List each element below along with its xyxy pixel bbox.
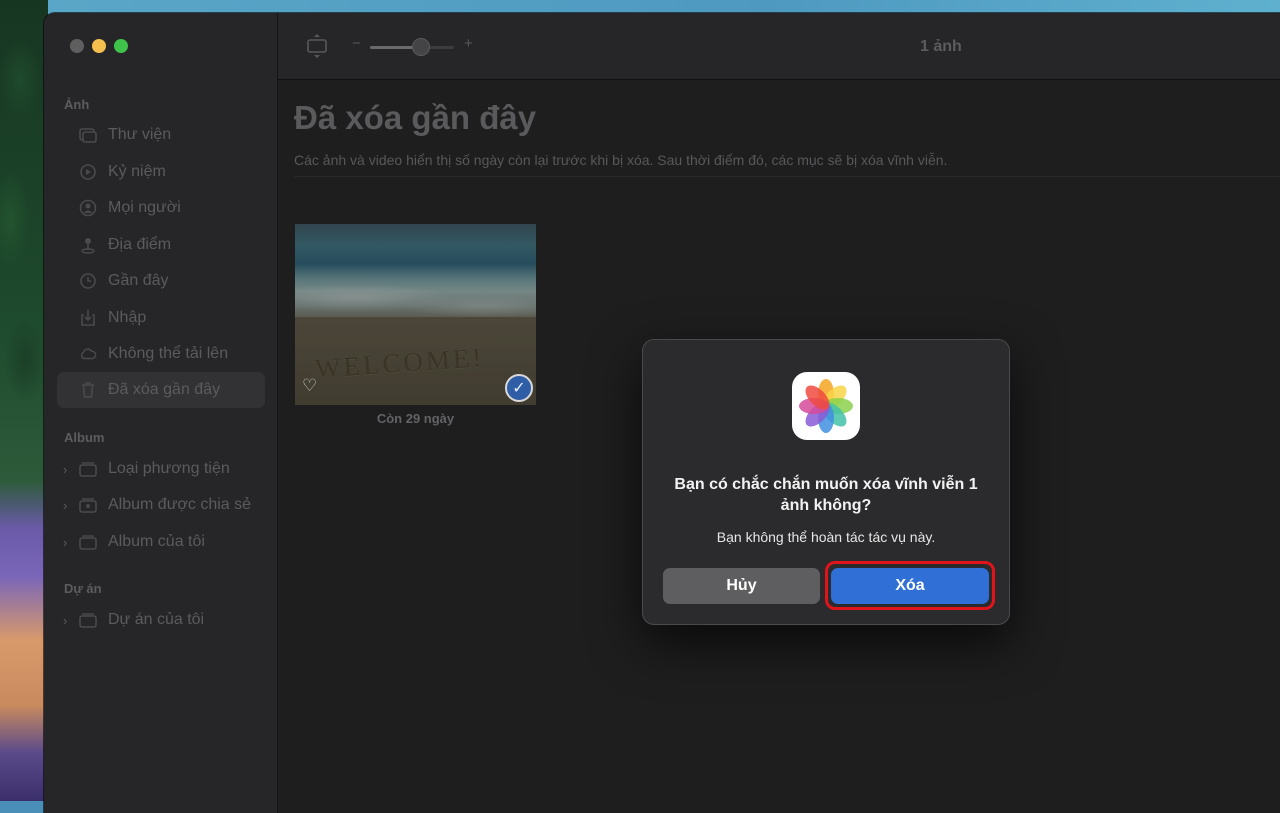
sidebar-item-label: Mọi người (108, 199, 181, 216)
sidebar-item-label: Nhập (108, 309, 147, 326)
folder-icon (79, 533, 97, 551)
chevron-right-icon[interactable]: › (63, 498, 67, 513)
dialog-title: Bạn có chắc chắn muốn xóa vĩnh viễn 1 ản… (674, 476, 978, 514)
photo-library-icon (79, 126, 97, 144)
trash-icon (79, 381, 97, 399)
dialog-message: Bạn không thể hoàn tác tác vụ này. (716, 529, 936, 545)
sidebar-item-recent[interactable]: Gần đây (57, 263, 265, 299)
sidebar-item-label: Thư viện (108, 126, 172, 143)
heart-icon[interactable]: ♡ (302, 376, 317, 396)
sidebar-item-my-projects[interactable]: › Dự án của tôi (57, 602, 265, 638)
sidebar-item-label: Dự án của tôi (108, 611, 205, 628)
cloud-icon (79, 345, 97, 363)
sidebar-item-recently-deleted[interactable]: Đã xóa gần đây (57, 372, 265, 408)
cancel-button[interactable]: Hủy (663, 568, 820, 604)
places-icon (79, 236, 97, 254)
photo-count: 1 ảnh (920, 38, 962, 55)
page-title: Đã xóa gần đây (294, 99, 537, 136)
minimize-window-button[interactable] (92, 39, 106, 53)
section-title-album: Album (64, 430, 105, 445)
memories-icon (79, 163, 97, 181)
section-title-projects: Dự án (64, 581, 102, 596)
window-controls (70, 39, 128, 53)
sidebar-item-label: Gần đây (108, 272, 169, 289)
sidebar-item-label: Địa điểm (108, 236, 172, 253)
sidebar-item-my-albums[interactable]: › Album của tôi (57, 524, 265, 560)
fit-view-icon[interactable] (306, 33, 328, 58)
sidebar-item-label: Album của tôi (108, 533, 205, 550)
chevron-right-icon[interactable]: › (63, 613, 67, 628)
photo-thumbnail[interactable]: WELCOME! ♡ ✓ (295, 224, 536, 405)
delete-button-highlight (825, 561, 995, 610)
sidebar-item-media-types[interactable]: › Loại phương tiện (57, 451, 265, 487)
sidebar-item-label: Không thể tải lên (108, 345, 229, 362)
sidebar-item-label: Kỷ niệm (108, 163, 166, 180)
sidebar-item-library[interactable]: Thư viện (57, 117, 265, 153)
sidebar-item-label: Album được chia sẻ (108, 496, 252, 513)
toolbar: − + 1 ảnh (278, 13, 1280, 80)
sidebar: Ảnh Thư viện Kỷ niệm Mọi người Địa điểm (44, 13, 278, 813)
wallpaper-sky (0, 0, 1280, 14)
close-window-button[interactable] (70, 39, 84, 53)
zoom-in-button[interactable]: + (464, 35, 473, 52)
sidebar-item-upload-failed[interactable]: Không thể tải lên (57, 336, 265, 372)
clock-icon (79, 272, 97, 290)
zoom-window-button[interactable] (114, 39, 128, 53)
divider (294, 176, 1280, 177)
people-icon (79, 199, 97, 217)
photo-dim-overlay (295, 224, 536, 405)
zoom-slider-knob[interactable] (412, 38, 431, 56)
checkmark-icon[interactable]: ✓ (505, 374, 533, 402)
chevron-right-icon[interactable]: › (63, 535, 67, 550)
chevron-right-icon[interactable]: › (63, 462, 67, 477)
page-description: Các ảnh và video hiển thị số ngày còn lạ… (294, 152, 948, 168)
import-icon (79, 309, 97, 327)
zoom-out-button[interactable]: − (352, 35, 361, 52)
sidebar-item-label: Đã xóa gần đây (108, 381, 221, 398)
folder-icon (79, 611, 97, 629)
photo-caption: Còn 29 ngày (376, 411, 455, 426)
folder-icon (79, 460, 97, 478)
sidebar-item-people[interactable]: Mọi người (57, 190, 265, 226)
sidebar-item-label: Loại phương tiện (108, 460, 230, 477)
section-title-photos: Ảnh (64, 97, 90, 112)
shared-album-icon (79, 496, 97, 514)
sidebar-item-import[interactable]: Nhập (57, 300, 265, 336)
sidebar-item-places[interactable]: Địa điểm (57, 227, 265, 263)
sidebar-item-memories[interactable]: Kỷ niệm (57, 154, 265, 190)
sidebar-item-shared-albums[interactable]: › Album được chia sẻ (57, 487, 265, 523)
wallpaper-foliage (0, 0, 48, 801)
photos-app-icon (792, 372, 860, 440)
